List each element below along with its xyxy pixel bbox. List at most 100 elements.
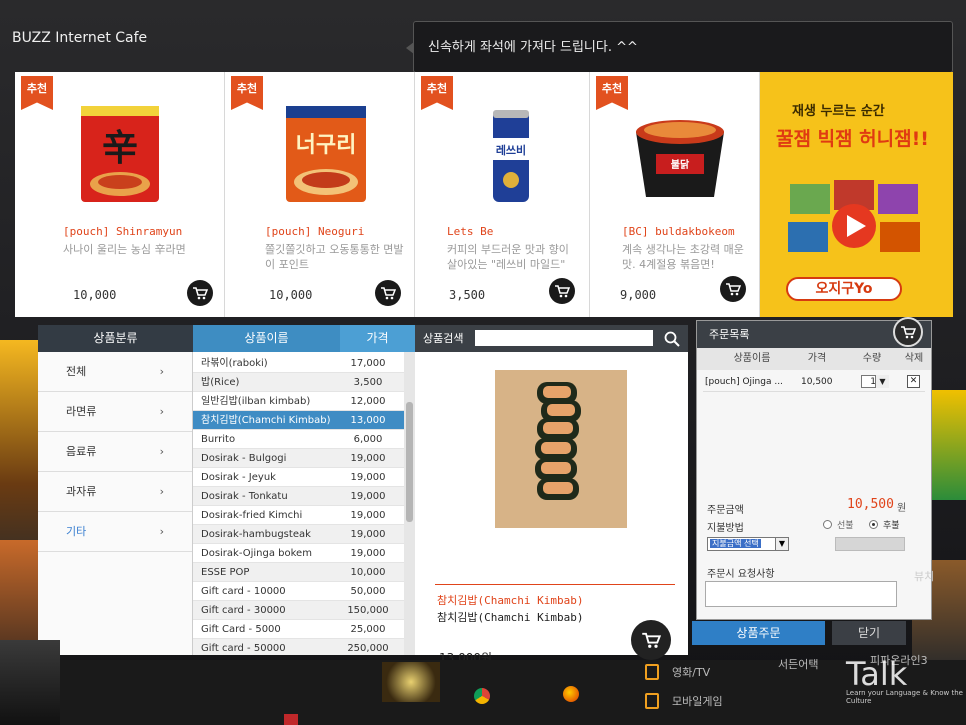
- detail-add-to-cart-button[interactable]: [631, 620, 671, 660]
- category-item-other[interactable]: 기타 ›: [38, 512, 192, 552]
- product-name: [pouch] Shinramyun: [63, 225, 183, 238]
- bg-game-art-right: [930, 390, 966, 500]
- search-icon[interactable]: [663, 330, 681, 348]
- product-row[interactable]: Dosirak-Ojinga bokem 19,000: [193, 544, 405, 563]
- bottom-left-app-icon[interactable]: [284, 714, 298, 725]
- close-button[interactable]: 닫기: [832, 621, 906, 645]
- order-menu-panel: 상품분류 상품이름 가격 전체 › 라면류 › 음료류 › 과자류 › 기타 › 라볶이(…: [38, 325, 688, 665]
- product-desc: 계속 생각나는 초강력 매운 맛. 4계절용 볶음면!: [622, 243, 744, 271]
- detail-divider: [435, 584, 675, 585]
- product-row[interactable]: Dosirak - Jeyuk 19,000: [193, 468, 405, 487]
- mobile-game-icon[interactable]: [645, 693, 659, 709]
- product-name: [pouch] Neoguri: [265, 225, 365, 238]
- product-list: 라볶이(raboki) 17,000 밥(Rice) 3,500 일반김밥(ilba…: [193, 352, 415, 655]
- add-to-cart-button[interactable]: [375, 280, 401, 306]
- product-row[interactable]: ESSE POP 10,000: [193, 563, 405, 582]
- search-label: 상품검색: [423, 332, 464, 345]
- cart-icon[interactable]: [893, 317, 923, 347]
- detail-product-subname: 참치김밥(Chamchi Kimbab): [437, 611, 584, 624]
- chevron-down-icon[interactable]: ▼: [875, 375, 889, 388]
- shinramyun-image: 辛: [81, 106, 159, 202]
- product-desc: 커피의 부드러운 맛과 향이 살아있는 "레쓰비 마일드": [447, 243, 569, 271]
- ad-tagline: 재생 누르는 순간: [792, 104, 885, 119]
- product-row[interactable]: Dosirak-fried Kimchi 19,000: [193, 506, 405, 525]
- category-list: 전체 › 라면류 › 음료류 › 과자류 › 기타 ›: [38, 352, 193, 655]
- payment-amount-field[interactable]: [835, 537, 905, 551]
- currency-label: 원: [897, 503, 907, 514]
- product-row[interactable]: 라볶이(raboki) 17,000: [193, 354, 405, 373]
- ad-video-thumbnails: [788, 180, 920, 252]
- add-to-cart-button[interactable]: [549, 278, 575, 304]
- product-row[interactable]: Dosirak - Bulgogi 19,000: [193, 449, 405, 468]
- category-header: 상품분류: [38, 325, 193, 352]
- neoguri-image: 너구리: [286, 106, 366, 202]
- promo-card-letsbe[interactable]: 추천 레쓰비 Lets Be 커피의 부드러운 맛과 향이 살아있는 "레쓰비 …: [415, 72, 590, 317]
- radio-prepaid[interactable]: [823, 520, 832, 529]
- svg-text:레쓰비: 레쓰비: [496, 143, 526, 157]
- product-row[interactable]: Gift card - 10000 50,000: [193, 582, 405, 601]
- category-item-ramen[interactable]: 라면류 ›: [38, 392, 192, 432]
- svg-text:辛: 辛: [102, 127, 138, 169]
- promo-card-buldak[interactable]: 추천 불닭 [BC] buldakbokeom 계속 생각나는 초강력 매운 맛…: [590, 72, 760, 317]
- promo-strip: 추천 辛 [pouch] Shinramyun 사나이 울리는 농심 辛라면 1…: [15, 72, 953, 317]
- cart-glyph-icon: [901, 326, 916, 339]
- radio-postpaid-label: 후불: [883, 521, 900, 531]
- category-item-all[interactable]: 전체 ›: [38, 352, 192, 392]
- recommend-badge: 추천: [21, 76, 53, 110]
- product-price: 10,000: [269, 288, 313, 302]
- video-ad-banner[interactable]: 재생 누르는 순간 꿀잼 빅잼 허니잼!! 오지구Yo: [760, 72, 953, 317]
- product-row[interactable]: Gift Card - 5000 25,000: [193, 620, 405, 639]
- product-desc: 사나이 울리는 농심 辛라면: [63, 243, 186, 256]
- product-name: [BC] buldakbokeom: [622, 225, 735, 238]
- taskbar-item-mobile-games[interactable]: 모바일게임: [672, 693, 723, 709]
- scrollbar-thumb[interactable]: [406, 402, 413, 522]
- bg-soldier-left: [0, 640, 60, 725]
- cart-icon: [555, 285, 570, 298]
- chrome-icon[interactable]: [474, 688, 490, 704]
- add-to-cart-button[interactable]: [720, 276, 746, 302]
- product-row[interactable]: Burrito 6,000: [193, 430, 405, 449]
- request-input[interactable]: [705, 581, 897, 607]
- film-icon[interactable]: [645, 664, 659, 680]
- taskbar-item-movies[interactable]: 영화/TV: [672, 664, 710, 680]
- chevron-down-icon[interactable]: ▼: [775, 538, 788, 550]
- radio-postpaid[interactable]: [869, 520, 878, 529]
- bg-character-bottom: [382, 662, 440, 702]
- product-row-selected[interactable]: 참치김밥(Chamchi Kimbab) 13,000: [193, 411, 405, 430]
- order-col-qty: 수량: [862, 353, 882, 364]
- category-item-snacks[interactable]: 과자류 ›: [38, 472, 192, 512]
- cart-icon: [381, 287, 396, 300]
- place-order-button[interactable]: 상품주문: [692, 621, 825, 645]
- desktop-label-right[interactable]: 뷰치: [914, 568, 934, 584]
- product-row[interactable]: Dosirak-hambugsteak 19,000: [193, 525, 405, 544]
- category-item-drinks[interactable]: 음료류 ›: [38, 432, 192, 472]
- request-label: 주문시 요청사항: [707, 569, 775, 580]
- firefox-icon[interactable]: [563, 686, 579, 702]
- detail-product-name: 참치김밥(Chamchi Kimbab): [437, 594, 584, 607]
- add-to-cart-button[interactable]: [187, 280, 213, 306]
- product-row[interactable]: Gift card - 50000 250,000: [193, 639, 405, 655]
- delete-item-button[interactable]: ✕: [907, 375, 920, 388]
- payment-amount-select[interactable]: 지불금액 선택 ▼: [707, 537, 789, 551]
- product-list-scrollbar[interactable]: [404, 352, 415, 655]
- order-col-name: 상품이름: [733, 353, 771, 364]
- promo-card-neoguri[interactable]: 추천 너구리 [pouch] Neoguri 쫄깃쫄깃하고 오동통통한 면발이 …: [225, 72, 415, 317]
- notice-bubble: 신속하게 좌석에 가져다 드립니다. ^^: [406, 21, 953, 73]
- product-price: 3,500: [449, 288, 486, 302]
- chevron-right-icon: ›: [159, 445, 164, 458]
- desktop-label-sudden-attack[interactable]: 서든어택: [778, 656, 818, 672]
- product-detail: 참치김밥(Chamchi Kimbab) 참치김밥(Chamchi Kimbab…: [415, 352, 688, 665]
- ad-logo: 오지구Yo: [786, 277, 902, 301]
- watermark-logo: Talk Learn your Language & Know the Cult…: [846, 655, 966, 705]
- product-row[interactable]: 밥(Rice) 3,500: [193, 373, 405, 392]
- product-row[interactable]: Dosirak - Tonkatu 19,000: [193, 487, 405, 506]
- order-col-delete: 삭제: [904, 353, 924, 364]
- search-bar: 상품검색: [415, 325, 688, 352]
- product-row[interactable]: 일반김밥(ilban kimbab) 12,000: [193, 392, 405, 411]
- search-input[interactable]: [475, 330, 653, 346]
- recommend-badge: 추천: [596, 76, 628, 110]
- order-total-label: 주문금액: [707, 505, 744, 516]
- promo-card-shinramyun[interactable]: 추천 辛 [pouch] Shinramyun 사나이 울리는 농심 辛라면 1…: [15, 72, 225, 317]
- watermark-subtext: Learn your Language & Know the Culture: [846, 689, 963, 705]
- product-row[interactable]: Gift card - 30000 150,000: [193, 601, 405, 620]
